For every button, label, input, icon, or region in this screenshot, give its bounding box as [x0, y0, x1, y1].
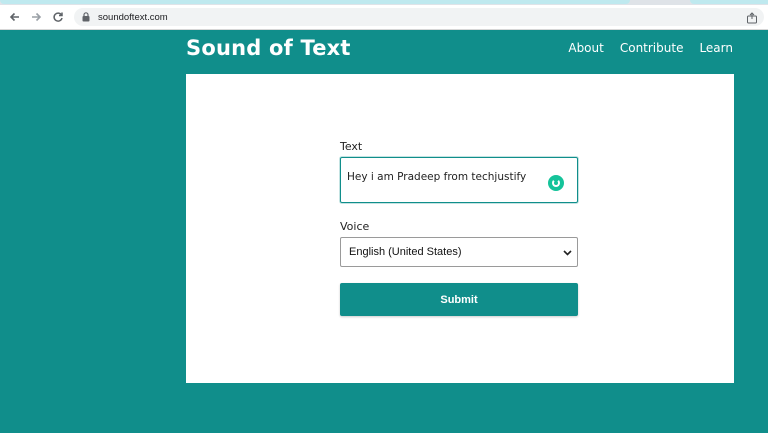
forward-button[interactable]	[27, 8, 45, 26]
submit-button[interactable]: Submit	[340, 283, 578, 316]
main-card: Text Hey i am Pradeep from techjustify V…	[186, 74, 734, 383]
share-icon[interactable]	[746, 11, 758, 24]
reload-icon	[53, 12, 63, 22]
text-input-value: Hey i am Pradeep from techjustify	[347, 171, 527, 183]
text-input[interactable]: Hey i am Pradeep from techjustify	[340, 157, 578, 203]
nav-link-contribute[interactable]: Contribute	[620, 41, 684, 55]
voice-label: Voice	[340, 220, 370, 233]
url-text[interactable]: soundoftext.com	[98, 12, 168, 23]
site-title[interactable]: Sound of Text	[186, 36, 351, 60]
back-button[interactable]	[6, 8, 24, 26]
tts-form: Text Hey i am Pradeep from techjustify V…	[340, 140, 580, 316]
nav-link-about[interactable]: About	[568, 41, 603, 55]
arrow-right-icon	[32, 12, 42, 22]
lock-icon	[82, 11, 92, 23]
reload-button[interactable]	[49, 8, 67, 26]
nav-link-learn[interactable]: Learn	[699, 41, 733, 55]
address-bar[interactable]: soundoftext.com	[74, 8, 764, 26]
chevron-down-icon	[563, 250, 572, 256]
browser-tab[interactable]	[0, 0, 630, 4]
grammarly-icon[interactable]	[548, 175, 564, 191]
browser-tab[interactable]	[690, 0, 768, 4]
voice-select-value: English (United States)	[349, 246, 462, 258]
browser-toolbar: soundoftext.com	[0, 5, 768, 30]
arrow-left-icon	[9, 12, 19, 22]
text-label: Text	[340, 140, 363, 153]
voice-select[interactable]: English (United States)	[340, 237, 578, 267]
site-nav: About Contribute Learn	[568, 41, 733, 55]
